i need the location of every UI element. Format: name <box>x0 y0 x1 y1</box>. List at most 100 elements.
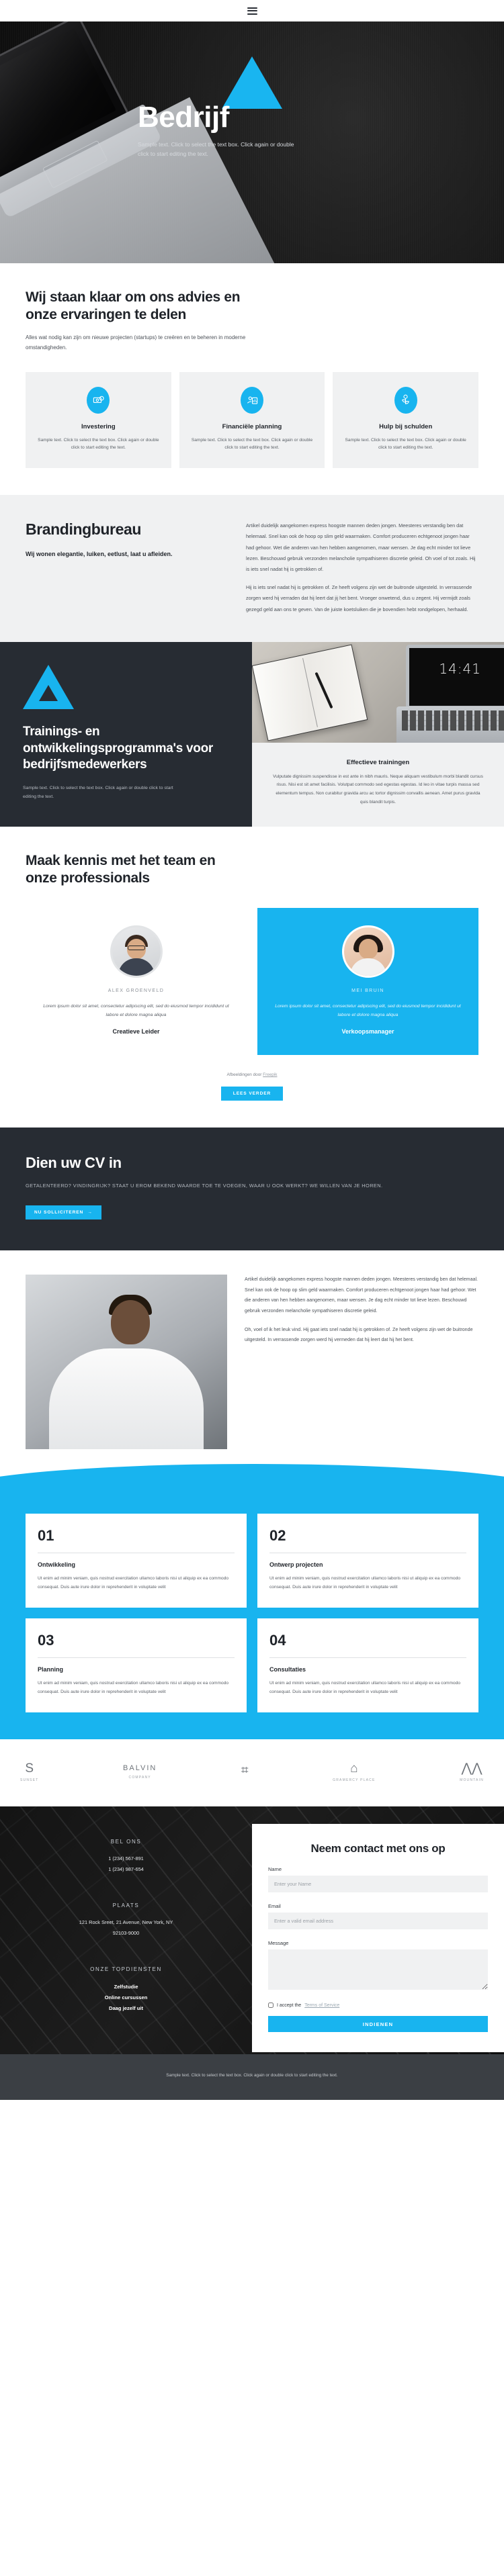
wave-divider <box>0 1456 504 1497</box>
service-item-daag-jezelf-uit[interactable]: Daag jezelf uit <box>20 2003 232 2014</box>
logo-mark: S <box>25 1761 34 1776</box>
submit-button[interactable]: INDIENEN <box>268 2016 488 2033</box>
contact-form: Neem contact met ons op Name Email Messa… <box>252 1824 504 2053</box>
story-paragraph-1: Artikel duidelijk aangekomen express hoo… <box>245 1277 478 1314</box>
feature-card-title: Investering <box>81 422 116 430</box>
branding-paragraph-1: Artikel duidelijk aangekomen express hoo… <box>246 522 476 573</box>
logo-caption: SUNSET <box>20 1778 39 1783</box>
feature-cards: Investering Sample text. Click to select… <box>26 371 479 468</box>
trainings-right-panel: 14:41 Effectieve trainingen Vulputate di… <box>252 641 504 827</box>
person-photo <box>26 1275 227 1450</box>
top-navigation-bar <box>0 0 504 21</box>
terms-text: I accept the <box>277 2003 302 2008</box>
terms-checkbox[interactable] <box>268 2003 274 2009</box>
cv-section: Dien uw CV in GETALENTEERD? VINDINGRIJK?… <box>0 1128 504 1251</box>
contact-section: BEL ONS 1 (234) 567-891 1 (234) 987-654 … <box>0 1806 504 2055</box>
name-input[interactable] <box>268 1876 488 1893</box>
trainings-note-title: Effectieve trainingen <box>346 758 410 766</box>
team-member-role: Creatieve Leider <box>112 1028 160 1036</box>
feature-card-financiele-planning[interactable]: Financiële planning Sample text. Click t… <box>179 371 325 468</box>
partner-logo-gramercy-place: ⌂ GRAMERCY PLACE <box>333 1762 375 1782</box>
image-credit: Afbeeldingen door Freepik <box>26 1072 478 1077</box>
numbered-card-title: Consultaties <box>269 1666 306 1673</box>
advies-lead: Alles wat nodig kan zijn om nieuwe proje… <box>26 334 246 351</box>
terms-of-service-link[interactable]: Terms of Service <box>304 2003 339 2008</box>
trainings-note: Effectieve trainingen Vulputate dignissi… <box>252 743 504 827</box>
triangle-logo-icon <box>222 56 282 109</box>
apply-now-label: NU SOLLICITEREN <box>34 1210 84 1215</box>
partner-logos-section: S SUNSET BALVIN COMPANY ⌗ ⌂ GRAMERCY PLA… <box>0 1739 504 1807</box>
numbered-card-text: Ut enim ad minim veniam, quis nostrud ex… <box>269 1576 461 1590</box>
feature-card-text: Sample text. Click to select the text bo… <box>38 437 159 451</box>
feature-card-investering[interactable]: Investering Sample text. Click to select… <box>26 371 171 468</box>
logo-caption: COMPANY <box>128 1776 151 1780</box>
trainings-title: Trainings- en ontwikkelingsprogramma's v… <box>23 724 213 772</box>
logo-mark: BALVIN <box>123 1764 157 1773</box>
avatar <box>110 925 163 978</box>
team-card-mei-bruin[interactable]: MEI BRUIN Lorem ipsum dolor sit amet, co… <box>257 907 478 1056</box>
cv-text: GETALENTEERD? VINDINGRIJK? STAAT U EROM … <box>26 1183 383 1189</box>
email-input[interactable] <box>268 1913 488 1930</box>
terms-row: I accept the Terms of Service <box>268 2003 488 2009</box>
partner-logo-sunset: S SUNSET <box>20 1762 38 1782</box>
cv-heading: Dien uw CV in <box>26 1154 122 1172</box>
hamburger-menu-icon[interactable] <box>247 7 257 15</box>
contact-services-block: ONZE TOPDIENSTEN Zelfstudie Online cursu… <box>20 1966 232 2014</box>
team-member-bio: Lorem ipsum dolor sit amet, consectetur … <box>275 1003 461 1017</box>
logo-caption: GRAMERCY PLACE <box>333 1778 376 1783</box>
logo-mark: ⌂ <box>350 1761 358 1776</box>
contact-place-block: PLAATS 121 Rock Sreet, 21 Avenue, New Yo… <box>20 1902 232 1938</box>
numbered-card-03[interactable]: 03 Planning Ut enim ad minim veniam, qui… <box>26 1618 247 1713</box>
contact-form-panel: Neem contact met ons op Name Email Messa… <box>252 1806 504 2054</box>
numbered-card-01[interactable]: 01 Ontwikkeling Ut enim ad minim veniam,… <box>26 1514 247 1608</box>
avatar <box>341 925 394 978</box>
trainings-section: Trainings- en ontwikkelingsprogramma's v… <box>0 641 504 827</box>
page-title: Bedrijf <box>138 101 229 134</box>
feature-card-text: Sample text. Click to select the text bo… <box>345 437 466 451</box>
team-member-role: Verkoopsmanager <box>341 1028 394 1036</box>
arrow-right-icon: → <box>87 1210 93 1215</box>
feature-card-title: Financiële planning <box>222 422 282 430</box>
photo-clock-time: 14:41 <box>439 660 481 677</box>
story-paragraph-2: Oh, voel of ik het leuk vind. Hij gaat i… <box>245 1326 473 1343</box>
service-item-zelfstudie[interactable]: Zelfstudie <box>20 1982 232 1992</box>
branding-right-column: Artikel duidelijk aangekomen express hoo… <box>246 520 478 615</box>
feature-card-hulp-bij-schulden[interactable]: Hulp bij schulden Sample text. Click to … <box>333 371 479 468</box>
partner-logo-mountain: ⋀⋀ MOUNTAIN <box>460 1762 484 1782</box>
apply-now-button[interactable]: NU SOLLICITEREN → <box>26 1205 101 1220</box>
numbered-card-04[interactable]: 04 Consultaties Ut enim ad minim veniam,… <box>257 1618 478 1713</box>
numbered-card-number: 02 <box>269 1527 286 1545</box>
team-section: Maak kennis met het team en onze profess… <box>0 827 504 1128</box>
team-heading: Maak kennis met het team en onze profess… <box>26 853 216 886</box>
name-field-group: Name <box>268 1866 488 1893</box>
contact-call-block: BEL ONS 1 (234) 567-891 1 (234) 987-654 <box>20 1839 232 1874</box>
service-item-online-cursussen[interactable]: Online cursussen <box>20 1992 232 2003</box>
numbered-card-title: Ontwerp projecten <box>269 1561 323 1569</box>
contact-phone-2: 1 (234) 987-654 <box>108 1866 144 1873</box>
numbered-card-text: Ut enim ad minim veniam, quis nostrud ex… <box>38 1681 229 1694</box>
branding-section: Brandingbureau Wij wonen elegantie, luik… <box>0 494 504 642</box>
numbered-card-number: 03 <box>38 1632 54 1649</box>
advies-section: Wij staan klaar om ons advies en onze er… <box>0 263 504 495</box>
numbered-card-02[interactable]: 02 Ontwerp projecten Ut enim ad minim ve… <box>257 1514 478 1608</box>
team-member-bio: Lorem ipsum dolor sit amet, consectetur … <box>43 1003 229 1017</box>
desk-photo: 14:41 <box>252 641 504 743</box>
triangle-outline-logo-icon <box>23 664 74 709</box>
contact-place-label: PLAATS <box>112 1902 140 1909</box>
advies-heading: Wij staan klaar om ons advies en onze er… <box>26 289 241 323</box>
money-plant-icon <box>394 386 417 414</box>
freepik-link[interactable]: Freepik <box>263 1072 277 1077</box>
numbered-card-text: Ut enim ad minim veniam, quis nostrud ex… <box>38 1576 229 1590</box>
team-card-alex-groenveld[interactable]: ALEX GROENVELD Lorem ipsum dolor sit ame… <box>26 907 247 1056</box>
contact-address-1: 121 Rock Sreet, 21 Avenue, New York, NY <box>79 1919 173 1926</box>
branding-paragraph-2: Hij is iets snel nadat hij is getrokken … <box>246 584 472 612</box>
message-textarea[interactable] <box>268 1949 488 1990</box>
footer-text: Sample text. Click to select the text bo… <box>166 2073 338 2078</box>
name-field-label: Name <box>268 1866 282 1873</box>
contact-form-title: Neem contact met ons op <box>310 1842 446 1855</box>
money-stack-icon <box>87 386 110 414</box>
branding-left-column: Brandingbureau Wij wonen elegantie, luik… <box>26 520 224 615</box>
team-member-name: MEI BRUIN <box>351 988 384 993</box>
read-more-button[interactable]: LEES VERDER <box>221 1087 283 1101</box>
numbered-card-number: 01 <box>38 1527 54 1545</box>
